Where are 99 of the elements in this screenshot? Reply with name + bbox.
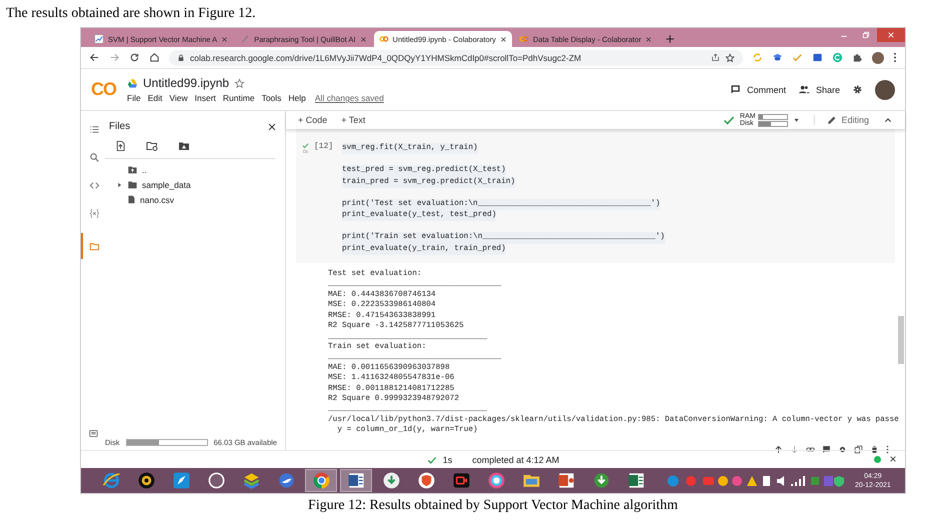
editing-mode-label[interactable]: Editing <box>841 115 869 125</box>
menu-item[interactable]: Help <box>288 93 306 103</box>
lock-icon <box>177 54 185 62</box>
close-icon[interactable] <box>889 455 897 463</box>
profile-avatar[interactable] <box>872 52 884 64</box>
comment-button[interactable]: Comment <box>730 84 786 95</box>
taskbar-button[interactable] <box>340 469 372 492</box>
menu-item[interactable]: File <box>127 93 141 103</box>
layers-icon[interactable] <box>242 471 260 490</box>
ram-meter <box>758 114 788 120</box>
folder-icon[interactable] <box>88 240 100 252</box>
drive-folder-icon[interactable] <box>178 140 190 152</box>
people-icon <box>798 84 810 95</box>
folder-icon <box>127 180 138 190</box>
palette-icon[interactable] <box>486 471 506 490</box>
check-icon <box>302 142 309 149</box>
dropdown-icon[interactable] <box>793 118 800 122</box>
completion-status: completed at 4:12 AM <box>472 454 560 464</box>
recorder-icon[interactable] <box>452 471 470 490</box>
menu-item[interactable]: Tools <box>262 93 282 103</box>
variables-icon[interactable] <box>88 208 100 218</box>
mirror-cell-icon[interactable] <box>854 444 863 454</box>
share-button[interactable]: Share <box>798 84 840 95</box>
star-icon[interactable] <box>725 52 735 62</box>
connection-status-dot <box>874 456 881 462</box>
downloader-icon[interactable] <box>592 471 610 490</box>
graduation-cap-icon[interactable] <box>772 52 783 63</box>
address-bar[interactable]: colab.research.google.com/drive/1L6MVyJii7WdP4_0QDQyY1YHMSkmCdIp0#scrollTo=PdhVsugc2-ZM <box>169 50 743 66</box>
share-icon[interactable] <box>711 53 720 62</box>
star-icon[interactable] <box>234 78 246 88</box>
file-tree-item[interactable]: .. <box>105 163 285 176</box>
add-text-button[interactable]: + Text <box>341 115 366 125</box>
more-icon[interactable] <box>886 444 889 454</box>
caret-right-icon[interactable] <box>117 182 122 188</box>
code-icon[interactable] <box>88 180 100 190</box>
file-name: .. <box>142 164 147 174</box>
rocket-icon[interactable] <box>172 471 190 490</box>
more-icon[interactable] <box>893 52 897 63</box>
installer-icon[interactable] <box>382 471 400 490</box>
delete-icon[interactable] <box>870 444 879 454</box>
add-code-button[interactable]: + Code <box>298 115 328 125</box>
taskbar-button[interactable] <box>305 469 337 492</box>
panel-title: Files <box>109 121 132 132</box>
disk-meter <box>758 120 788 126</box>
file-icon <box>127 194 136 205</box>
comment-icon <box>730 84 741 95</box>
pencil-icon <box>827 115 838 125</box>
quill-icon <box>240 34 250 44</box>
execution-count: [12] <box>314 142 334 151</box>
reload-icon[interactable] <box>129 52 140 63</box>
system-tray-icons-drawing[interactable] <box>667 474 847 486</box>
document-icon[interactable] <box>346 471 366 490</box>
drive-icon <box>127 78 138 88</box>
upload-icon[interactable] <box>115 140 126 152</box>
file-name: nano.csv <box>140 194 174 204</box>
checkmark-icon[interactable] <box>792 52 803 63</box>
terminal-icon[interactable] <box>88 429 98 438</box>
colab-icon <box>518 34 529 44</box>
restore-icon[interactable] <box>862 31 870 39</box>
vertical-scrollbar[interactable] <box>898 316 904 364</box>
plus-icon[interactable] <box>665 34 676 44</box>
window-icon[interactable] <box>812 52 823 63</box>
close-icon[interactable] <box>267 122 277 132</box>
bird-icon[interactable] <box>276 471 296 490</box>
folder-up-icon <box>127 164 138 174</box>
menu-item[interactable]: View <box>169 93 188 103</box>
webcam-icon[interactable] <box>136 471 156 490</box>
puzzle-icon[interactable] <box>852 52 863 63</box>
file-tree-item[interactable]: sample_data <box>105 178 285 191</box>
colab-icon <box>378 34 389 44</box>
search-icon[interactable] <box>88 152 100 162</box>
intro-text: The results obtained are shown in Figure 12. <box>5 5 257 23</box>
spreadsheet-icon[interactable] <box>626 471 646 490</box>
menu-item[interactable]: Runtime <box>222 93 255 103</box>
chevron-up-icon[interactable] <box>883 116 893 124</box>
arrow-up-icon[interactable] <box>774 444 783 454</box>
menu-item[interactable]: Insert <box>194 93 216 103</box>
presentation-icon[interactable] <box>556 471 576 490</box>
shield-icon[interactable] <box>416 471 436 490</box>
contents-icon[interactable] <box>88 124 100 134</box>
file-name: sample_data <box>142 180 191 190</box>
link-icon[interactable] <box>806 444 815 454</box>
file-tree-item[interactable]: nano.csv <box>105 193 285 206</box>
folder-refresh-icon[interactable] <box>146 140 158 152</box>
save-status-link[interactable]: All changes saved <box>314 93 384 103</box>
comment-icon[interactable] <box>822 444 831 454</box>
chart-icon <box>94 34 104 44</box>
code-cell[interactable] <box>296 129 895 264</box>
execution-time: 1s <box>442 454 452 464</box>
check-icon <box>722 114 735 126</box>
browser-icon[interactable] <box>102 471 120 490</box>
check-icon <box>426 454 437 464</box>
home-icon[interactable] <box>149 52 160 63</box>
close-icon[interactable] <box>500 36 507 42</box>
menu-item[interactable]: Edit <box>148 93 162 103</box>
back-icon[interactable] <box>89 52 100 63</box>
user-avatar[interactable] <box>875 80 895 100</box>
figure-caption: Figure 12: Results obtained by Support Vector Machine algorithm <box>307 498 679 514</box>
notebook-title[interactable]: Untitled99.ipynb <box>143 76 230 90</box>
